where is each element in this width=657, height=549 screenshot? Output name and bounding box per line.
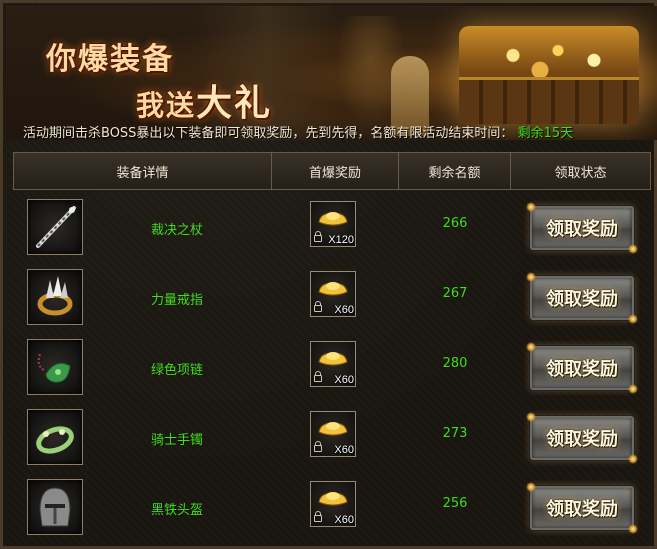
claim-reward-button[interactable]: 领取奖励 xyxy=(526,342,638,394)
banner-title-line2: 我送大礼 xyxy=(136,74,272,126)
header-claim-status: 领取状态 xyxy=(554,165,607,181)
table-header: 装备详情 首爆奖励 剩余名额 领取状态 xyxy=(13,152,651,190)
event-notice-text: 活动期间击杀BOSS暴出以下装备即可领取奖励，先到先得，名额有限活动结束时间： xyxy=(23,126,514,140)
ring-icon xyxy=(37,276,73,316)
item-name: 裁决之杖 xyxy=(150,222,203,238)
event-time-remaining: 剩余15天 xyxy=(517,126,574,140)
lock-icon xyxy=(314,371,322,382)
reward-quantity: X60 xyxy=(334,514,354,526)
gold-ingot-icon xyxy=(318,352,348,366)
event-banner: 你爆装备 我送大礼 活动期间击杀BOSS暴出以下装备即可领取奖励，先到先得，名额… xyxy=(6,6,657,140)
reward-slot[interactable]: X120 xyxy=(310,201,356,247)
staff-icon xyxy=(36,206,76,248)
item-slot[interactable] xyxy=(27,269,83,325)
table-row: 绿色项链 X60 280 领取奖励 xyxy=(13,333,649,403)
lock-icon xyxy=(314,231,322,242)
claim-reward-button[interactable]: 领取奖励 xyxy=(526,202,638,254)
item-name: 绿色项链 xyxy=(150,362,203,378)
claim-reward-label: 领取奖励 xyxy=(546,359,618,380)
item-slot[interactable] xyxy=(27,409,83,465)
table-row: 力量戒指 X60 267 领取奖励 xyxy=(13,263,649,333)
reward-quantity: X120 xyxy=(328,234,354,246)
item-name: 黑铁头盔 xyxy=(150,502,203,518)
item-name: 骑士手镯 xyxy=(150,432,203,448)
lock-icon xyxy=(314,441,322,452)
reward-rows: 裁决之杖 X120 266 领取奖励 力量戒指 X60 267 领取奖励 绿色项… xyxy=(13,193,649,543)
table-row: 黑铁头盔 X60 256 领取奖励 xyxy=(13,473,649,543)
lock-icon xyxy=(314,301,322,312)
table-row: 裁决之杖 X120 266 领取奖励 xyxy=(13,193,649,263)
banner-title-line2-a: 我送 xyxy=(136,89,197,122)
helmet-icon xyxy=(39,487,71,527)
necklace-icon xyxy=(37,353,71,383)
claim-reward-button[interactable]: 领取奖励 xyxy=(526,272,638,324)
header-remaining-slots: 剩余名额 xyxy=(399,153,511,189)
item-slot[interactable] xyxy=(27,199,83,255)
remaining-count: 256 xyxy=(442,495,468,511)
claim-reward-button[interactable]: 领取奖励 xyxy=(526,482,638,534)
reward-quantity: X60 xyxy=(334,374,354,386)
table-row: 骑士手镯 X60 273 领取奖励 xyxy=(13,403,649,473)
remaining-count: 266 xyxy=(442,215,468,231)
item-slot[interactable] xyxy=(27,339,83,395)
gold-ingot-icon xyxy=(318,212,348,226)
banner-title-line1: 你爆装备 xyxy=(46,42,174,77)
reward-quantity: X60 xyxy=(334,304,354,316)
banner-title-line2-b: 大礼 xyxy=(196,82,273,124)
claim-reward-button[interactable]: 领取奖励 xyxy=(526,412,638,464)
claim-reward-label: 领取奖励 xyxy=(546,429,618,450)
event-notice: 活动期间击杀BOSS暴出以下装备即可领取奖励，先到先得，名额有限活动结束时间： … xyxy=(23,122,573,140)
reward-slot[interactable]: X60 xyxy=(310,341,356,387)
item-slot[interactable] xyxy=(27,479,83,535)
gold-ingot-icon xyxy=(318,422,348,436)
remaining-count: 280 xyxy=(442,355,468,371)
remaining-count: 273 xyxy=(442,425,468,441)
claim-reward-label: 领取奖励 xyxy=(546,219,618,240)
reward-slot[interactable]: X60 xyxy=(310,271,356,317)
event-panel: 你爆装备 我送大礼 活动期间击杀BOSS暴出以下装备即可领取奖励，先到先得，名额… xyxy=(0,0,657,549)
treasure-chest-icon xyxy=(459,26,639,124)
reward-slot[interactable]: X60 xyxy=(310,481,356,527)
bracelet-icon xyxy=(36,426,74,454)
item-name: 力量戒指 xyxy=(150,292,203,308)
header-equipment-details: 装备详情 xyxy=(14,153,272,189)
remaining-count: 267 xyxy=(442,285,468,301)
reward-slot[interactable]: X60 xyxy=(310,411,356,457)
reward-quantity: X60 xyxy=(334,444,354,456)
header-first-drop-reward: 首爆奖励 xyxy=(272,153,399,189)
gold-ingot-icon xyxy=(318,282,348,296)
lock-icon xyxy=(314,511,322,522)
gold-ingot-icon xyxy=(318,492,348,506)
claim-reward-label: 领取奖励 xyxy=(546,499,618,520)
claim-reward-label: 领取奖励 xyxy=(546,289,618,310)
